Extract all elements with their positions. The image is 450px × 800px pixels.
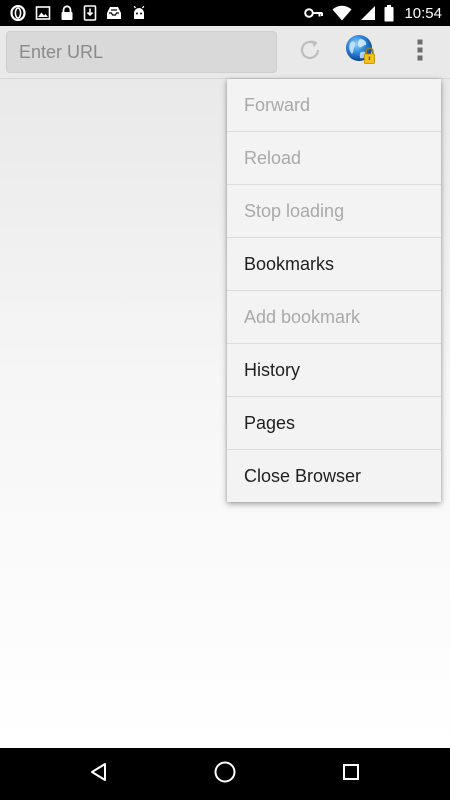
system-icons: 10:54 <box>304 4 442 22</box>
android-icon <box>131 5 147 21</box>
site-security-button[interactable] <box>343 34 379 70</box>
recents-icon <box>341 762 361 787</box>
recents-button[interactable] <box>337 760 365 788</box>
wifi-icon <box>332 5 352 21</box>
reload-button[interactable] <box>292 34 328 70</box>
menu-item-pages[interactable]: Pages <box>227 397 441 450</box>
back-icon <box>88 761 110 788</box>
reload-icon <box>297 37 323 68</box>
inbox-icon <box>106 5 122 21</box>
overflow-menu: Forward Reload Stop loading Bookmarks Ad… <box>227 79 441 502</box>
menu-item-history[interactable]: History <box>227 344 441 397</box>
home-button[interactable] <box>211 760 239 788</box>
signal-icon <box>360 5 376 21</box>
globe-lock-icon <box>344 33 378 72</box>
vpn-key-icon <box>304 6 324 20</box>
url-input[interactable] <box>6 31 277 73</box>
browser-toolbar <box>0 26 450 79</box>
overflow-menu-icon <box>416 38 424 67</box>
home-icon <box>213 760 237 789</box>
menu-item-stop-loading[interactable]: Stop loading <box>227 185 441 238</box>
opera-icon <box>10 5 26 21</box>
clock: 10:54 <box>404 4 442 22</box>
menu-item-forward[interactable]: Forward <box>227 79 441 132</box>
menu-item-bookmarks[interactable]: Bookmarks <box>227 238 441 291</box>
menu-item-reload[interactable]: Reload <box>227 132 441 185</box>
overflow-menu-button[interactable] <box>402 34 438 70</box>
status-bar: 10:54 <box>0 0 450 26</box>
lock-icon <box>60 5 74 21</box>
menu-item-close-browser[interactable]: Close Browser <box>227 450 441 502</box>
download-icon <box>83 5 97 21</box>
back-button[interactable] <box>85 760 113 788</box>
notification-icons <box>10 4 147 22</box>
menu-item-add-bookmark[interactable]: Add bookmark <box>227 291 441 344</box>
image-icon <box>35 5 51 21</box>
navigation-bar <box>0 748 450 800</box>
battery-icon <box>384 4 394 22</box>
